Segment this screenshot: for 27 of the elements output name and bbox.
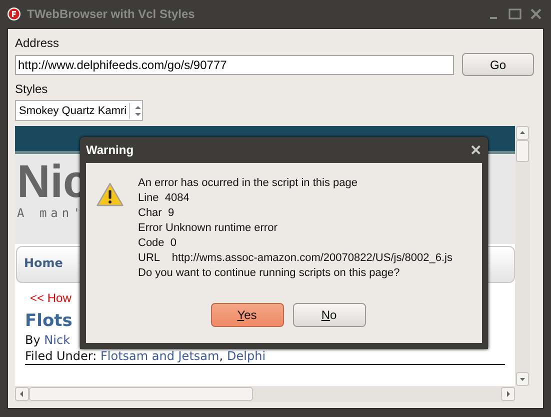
address-label: Address	[15, 36, 60, 50]
category-link[interactable]: Flotsam and Jetsam	[100, 349, 220, 363]
dialog-title: Warning	[86, 143, 134, 157]
message-line: Code 0	[138, 236, 177, 251]
category-link[interactable]: Delphi	[227, 349, 266, 363]
message-line: Char 9	[138, 206, 174, 221]
address-field[interactable]: http://www.delphifeeds.com/go/s/90777	[15, 54, 454, 74]
message-line: Error Unknown runtime error	[138, 221, 278, 236]
message-line: URL http://wms.assoc-amazon.com/20070822/US/js/8002_6.js	[138, 251, 452, 266]
separator-comma: ,	[219, 349, 224, 363]
styles-combo[interactable]: Smokey Quartz Kamri	[15, 100, 143, 121]
window-title: TWebBrowser with Vcl Styles	[27, 7, 195, 21]
previous-post-link[interactable]: << How	[25, 291, 72, 306]
go-button[interactable]: Go	[462, 53, 534, 76]
byline-text: By	[25, 333, 42, 347]
close-button[interactable]: ✕	[470, 142, 482, 158]
filed-under-label: Filed Under:	[25, 349, 98, 363]
message-line: Line 4084	[138, 191, 190, 206]
yes-button[interactable]: Yes	[210, 303, 284, 327]
nav-link[interactable]: Home	[24, 256, 63, 270]
site-tagline: A man'	[17, 206, 84, 220]
message-line: An error has ocurred in the script in this page	[138, 176, 358, 191]
author-link[interactable]: Nick	[44, 333, 70, 347]
styles-label: Styles	[15, 82, 48, 96]
post-title[interactable]: Flots	[25, 311, 72, 331]
message-line: Do you want to continue running scripts on this page?	[138, 266, 400, 281]
no-button[interactable]: No	[292, 303, 366, 327]
